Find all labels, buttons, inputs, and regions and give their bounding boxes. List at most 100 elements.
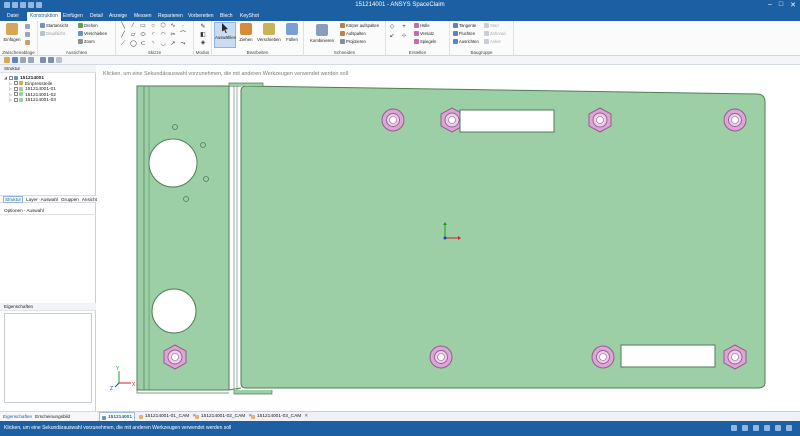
tab-auswahl[interactable]: Auswahl — [41, 197, 58, 202]
start-view-button[interactable]: Startansicht — [40, 23, 68, 28]
redo-icon[interactable] — [28, 57, 34, 63]
zoom-button[interactable]: Zoom — [78, 39, 95, 44]
sketch-mode-icon[interactable]: ✎ — [200, 24, 206, 30]
tab-vorbereiten[interactable]: Vorbereiten — [185, 12, 217, 21]
rigid-button[interactable]: Starr — [484, 23, 499, 28]
extend-curve-icon[interactable]: ↗ — [170, 41, 176, 47]
trim-tool-icon[interactable]: ✂ — [170, 32, 176, 38]
tab-reparieren[interactable]: Reparieren — [155, 12, 186, 21]
large-hole[interactable] — [151, 288, 197, 334]
display-icon[interactable] — [56, 57, 62, 63]
design-viewport[interactable]: Klicken, um eine Sekundärauswahl vorzune… — [97, 65, 800, 411]
tab-detail[interactable]: Detail — [87, 12, 106, 21]
save-icon[interactable] — [12, 57, 18, 63]
shell-button[interactable]: Hülle — [414, 23, 430, 28]
undo-icon[interactable] — [20, 57, 26, 63]
arc-tool-icon[interactable]: ◜ — [150, 32, 156, 38]
section-mode-icon[interactable]: ◧ — [200, 32, 206, 38]
ellipse-tool-icon[interactable]: ⬭ — [140, 32, 146, 38]
close-button[interactable]: ✕ — [790, 1, 796, 9]
rect-cutout[interactable] — [620, 344, 716, 368]
axis-icon[interactable]: ↙ — [389, 33, 395, 39]
pem-insert[interactable] — [381, 108, 405, 132]
align-button[interactable]: Fluchten — [453, 31, 475, 36]
visibility-checkbox[interactable] — [9, 75, 13, 80]
status-icon[interactable] — [764, 425, 770, 431]
split-body-button[interactable]: Körper aufspalten — [340, 23, 379, 28]
mirror-button[interactable]: Spiegeln — [414, 39, 436, 44]
large-hole[interactable] — [148, 138, 198, 188]
slot-tool-icon[interactable]: ⊂ — [140, 41, 146, 47]
combine-button[interactable]: Kombinieren — [307, 24, 337, 43]
three-point-rect-icon[interactable]: ▱ — [130, 32, 136, 38]
origin-icon[interactable]: + — [401, 24, 407, 30]
orient-button[interactable]: Ausrichten — [453, 39, 479, 44]
tab-anzeige[interactable]: Anzeige — [106, 12, 130, 21]
rectangle-tool-icon[interactable]: ▭ — [140, 23, 146, 29]
small-hole[interactable] — [200, 142, 206, 148]
status-icon[interactable] — [786, 425, 792, 431]
tab-blech[interactable]: Blech — [217, 12, 236, 21]
tangent-button[interactable]: Tangente — [453, 23, 476, 28]
tab-layer[interactable]: Layer — [26, 197, 38, 202]
status-icon[interactable] — [731, 425, 737, 431]
small-hole[interactable] — [203, 176, 209, 182]
tangent-arc-icon[interactable]: ◝ — [150, 41, 156, 47]
view-style-icon[interactable] — [40, 57, 46, 63]
tab-konstruktion[interactable]: Konstruktion — [27, 12, 61, 21]
tab-einfuegen[interactable]: Einfügen — [60, 12, 86, 21]
polygon-tool-icon[interactable]: ⬡ — [160, 23, 166, 29]
tab-keyshot[interactable]: KeyShot — [237, 12, 262, 21]
fillet-tool-icon[interactable]: ⌒ — [180, 32, 186, 38]
point-tool-icon[interactable]: · — [180, 23, 186, 29]
visibility-checkbox[interactable] — [14, 86, 18, 91]
format-painter-icon[interactable] — [25, 40, 30, 45]
pem-insert[interactable] — [591, 345, 615, 369]
tab-struktur[interactable]: Struktur — [3, 196, 24, 203]
paste-button[interactable]: Einfügen — [3, 23, 21, 42]
tab-properties[interactable]: Eigenschaften — [3, 414, 32, 419]
small-hole[interactable] — [172, 124, 178, 130]
tab-appearance[interactable]: Erscheinungsbild — [35, 414, 70, 419]
plane-icon[interactable]: ◇ — [389, 24, 395, 30]
pan-button[interactable]: Verschieben — [78, 31, 107, 36]
select-button[interactable]: Auswählen — [214, 22, 236, 48]
maximize-button[interactable]: □ — [779, 1, 783, 9]
cut-icon[interactable] — [25, 24, 30, 29]
offset-button[interactable]: Versatz — [414, 31, 434, 36]
minimize-button[interactable]: – — [768, 1, 772, 9]
visibility-checkbox[interactable] — [14, 92, 18, 97]
3d-mode-icon[interactable]: ◈ — [200, 40, 206, 46]
status-icon[interactable] — [753, 425, 759, 431]
small-hole[interactable] — [183, 196, 189, 202]
close-icon[interactable]: ✕ — [304, 414, 308, 419]
gear-button[interactable]: Zahnrad — [484, 31, 506, 36]
rect-cutout[interactable] — [459, 109, 555, 133]
project-button[interactable]: Projizieren — [340, 39, 366, 44]
face-curve-icon[interactable]: ◡ — [160, 41, 166, 47]
pull-button[interactable]: Ziehen — [237, 23, 255, 42]
pem-insert[interactable] — [429, 345, 453, 369]
visibility-checkbox[interactable] — [14, 81, 18, 86]
three-point-circle-icon[interactable]: ◯ — [130, 41, 137, 47]
tab-gruppen[interactable]: Gruppen — [61, 197, 79, 202]
status-icon[interactable] — [742, 425, 748, 431]
tree-item-part-03[interactable]: ▷ 151214001-03 — [4, 97, 94, 103]
pem-insert[interactable] — [723, 108, 747, 132]
tab-datei[interactable]: Datei — [4, 12, 22, 21]
spline-tool-icon[interactable]: ∿ — [170, 23, 176, 29]
copy-icon[interactable] — [25, 32, 30, 37]
move-button[interactable]: Verschieben — [256, 23, 282, 42]
bend-curve-icon[interactable]: ⤳ — [180, 41, 186, 47]
fill-button[interactable]: Füllen — [283, 23, 301, 42]
left-flange[interactable] — [136, 85, 230, 394]
line-tool-icon[interactable]: ╲ — [120, 23, 126, 29]
circle-tool-icon[interactable]: ○ — [150, 23, 156, 29]
rotate-button[interactable]: Drehen — [78, 23, 98, 28]
status-icon[interactable] — [775, 425, 781, 431]
construction-line-icon[interactable]: ╱ — [120, 32, 126, 38]
model-canvas[interactable]: X Y Z — [97, 65, 800, 411]
anchor-button[interactable]: Anker — [484, 39, 501, 44]
offset-curve-icon[interactable]: ⟋ — [120, 41, 126, 47]
selection-filter-icon[interactable] — [48, 57, 54, 63]
